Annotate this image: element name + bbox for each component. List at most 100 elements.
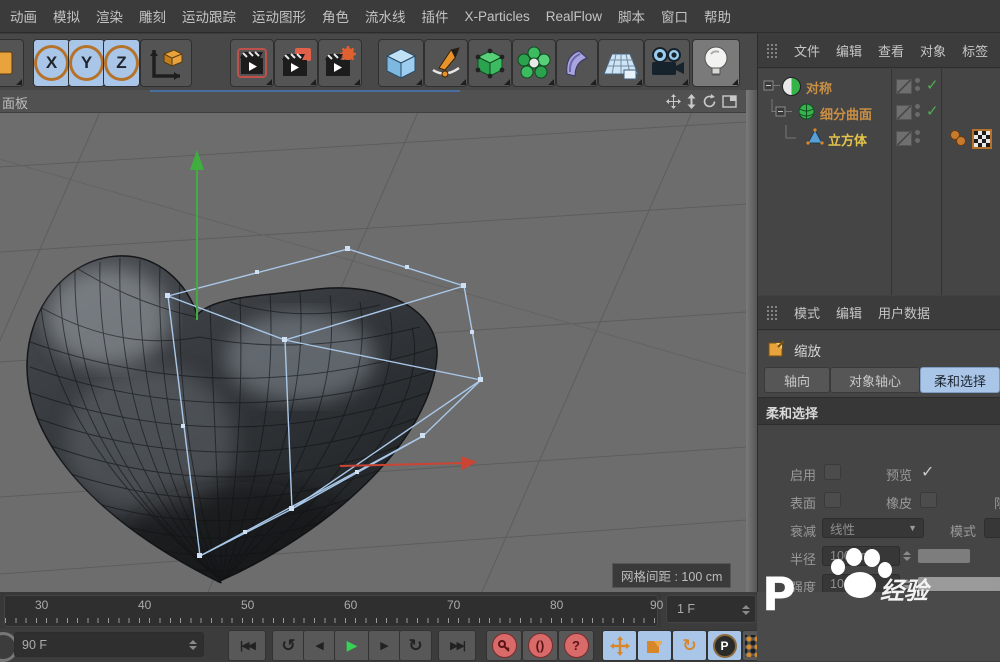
am-menu-mode[interactable]: 模式 [794, 303, 820, 322]
next-frame-button[interactable]: ▶ [368, 630, 401, 661]
heart-model[interactable] [27, 256, 437, 592]
object-name[interactable]: 细分曲面 [820, 104, 872, 123]
play-button[interactable]: ▶ [334, 630, 370, 661]
lock-y-axis-button[interactable]: Y [68, 39, 105, 87]
light-object-button[interactable] [692, 39, 740, 87]
menu-motion-tracker[interactable]: 运动跟踪 [182, 6, 236, 26]
object-name[interactable]: 立方体 [828, 130, 867, 149]
radius-field[interactable]: 100 cm [822, 546, 900, 566]
lock-z-axis-button[interactable]: Z [103, 39, 140, 87]
object-tree[interactable]: 对称 ✓ 细分曲面 ✓ [758, 69, 1000, 295]
visibility-dots[interactable] [915, 78, 920, 91]
layer-swatch[interactable] [896, 131, 912, 146]
enabled-check-icon[interactable]: ✓ [926, 102, 939, 120]
menu-animation[interactable]: 动画 [10, 6, 37, 26]
bend-deformer-button[interactable] [556, 39, 598, 87]
menu-xparticles[interactable]: X-Particles [465, 9, 530, 24]
menu-help[interactable]: 帮助 [704, 6, 731, 26]
surface-checkbox[interactable] [824, 492, 841, 508]
menu-simulate[interactable]: 模拟 [53, 6, 80, 26]
strength-stepper-icon[interactable] [902, 574, 912, 594]
goto-end-button[interactable]: ▶▶| [438, 630, 476, 661]
width-slider[interactable] [918, 605, 1000, 619]
enabled-check-icon[interactable]: ✓ [926, 76, 939, 94]
radius-stepper-icon[interactable] [902, 546, 912, 566]
enable-checkbox[interactable] [824, 464, 841, 480]
timeline-range-field[interactable]: 1 F [666, 595, 756, 623]
record-position-button[interactable] [602, 630, 637, 661]
viewport-pan-icon[interactable] [664, 92, 682, 110]
tab-object-axis[interactable]: 对象轴心 [830, 367, 920, 393]
array-generator-button[interactable] [512, 39, 556, 87]
viewport-panel[interactable]: 面板 网格间距 : 100 cm [0, 90, 746, 592]
falloff-dropdown[interactable]: 线性 ▼ [822, 518, 924, 538]
timeline-ruler[interactable]: 30 40 50 60 70 80 90 [4, 595, 658, 627]
visibility-dots[interactable] [915, 130, 920, 143]
rubber-checkbox[interactable] [920, 492, 937, 508]
floor-object-button[interactable] [598, 39, 644, 87]
y-axis-handle[interactable] [190, 150, 204, 320]
prev-key-button[interactable]: ↺ [272, 630, 305, 661]
om-menu-view[interactable]: 查看 [878, 41, 904, 60]
menu-script[interactable]: 脚本 [618, 6, 645, 26]
grip-icon[interactable] [766, 305, 778, 321]
layer-swatch[interactable] [896, 105, 912, 120]
menu-character[interactable]: 角色 [322, 6, 349, 26]
record-keyframe-button[interactable] [486, 630, 522, 661]
visibility-dots[interactable] [915, 104, 920, 117]
viewport-rotate-icon[interactable] [700, 92, 718, 110]
object-row-symmetry[interactable]: 对称 ✓ [758, 73, 1000, 99]
strength-slider[interactable] [918, 577, 1000, 591]
current-frame-field[interactable]: 90 F [14, 632, 204, 657]
add-spline-pen-button[interactable] [424, 39, 468, 87]
menu-window[interactable]: 窗口 [661, 6, 688, 26]
next-key-button[interactable]: ↻ [399, 630, 432, 661]
menu-render[interactable]: 渲染 [96, 6, 123, 26]
viewport-canvas[interactable] [0, 112, 746, 592]
prev-frame-button[interactable]: ◀ [303, 630, 336, 661]
render-to-picture-viewer-button[interactable] [274, 39, 318, 87]
panel-splitter[interactable] [746, 90, 757, 592]
am-menu-userdata[interactable]: 用户数据 [878, 303, 930, 322]
menu-plugins[interactable]: 插件 [422, 6, 449, 26]
mode-dropdown[interactable] [984, 518, 1000, 538]
lock-x-axis-button[interactable]: X [33, 39, 70, 87]
texture-tag-icon[interactable] [972, 129, 992, 149]
layer-swatch[interactable] [896, 79, 912, 94]
menu-sculpt[interactable]: 雕刻 [139, 6, 166, 26]
menu-mograph[interactable]: 运动图形 [252, 6, 306, 26]
am-menu-edit[interactable]: 编辑 [836, 303, 862, 322]
object-row-subdivision[interactable]: 细分曲面 ✓ [758, 99, 1000, 125]
clipped-tool-button[interactable] [0, 39, 24, 87]
record-parameters-button[interactable]: P [707, 630, 742, 661]
autokey-selection-button[interactable]: () [522, 630, 558, 661]
om-menu-object[interactable]: 对象 [920, 41, 946, 60]
keyframe-options-button[interactable]: ? [558, 630, 594, 661]
tab-axis[interactable]: 轴向 [764, 367, 830, 393]
section-soft-selection[interactable]: 柔和选择 [766, 403, 818, 422]
add-primitive-cube-button[interactable] [378, 39, 424, 87]
record-scale-button[interactable] [637, 630, 672, 661]
object-row-cube[interactable]: 立方体 [758, 125, 1000, 151]
grip-icon[interactable] [766, 43, 778, 59]
viewport-zoom-icon[interactable] [682, 92, 700, 110]
render-view-button[interactable] [230, 39, 274, 87]
record-pla-button[interactable] [742, 630, 760, 661]
om-menu-tags[interactable]: 标签 [962, 41, 988, 60]
subdivision-surface-button[interactable] [468, 39, 512, 87]
menu-pipeline[interactable]: 流水线 [365, 6, 406, 26]
radius-slider[interactable] [918, 549, 970, 563]
coordinate-system-button[interactable] [140, 39, 192, 87]
goto-start-button[interactable]: |◀◀ [228, 630, 266, 661]
tab-soft-selection[interactable]: 柔和选择 [920, 367, 1000, 393]
camera-object-button[interactable] [644, 39, 690, 87]
strength-field[interactable]: 100 % [822, 574, 900, 594]
record-rotation-button[interactable]: ↻ [672, 630, 707, 661]
phong-tag-icon[interactable] [948, 129, 968, 147]
width-stepper-icon[interactable] [902, 602, 912, 622]
menu-realflow[interactable]: RealFlow [546, 9, 602, 24]
preview-check-icon[interactable]: ✓ [921, 462, 934, 482]
object-name[interactable]: 对称 [806, 78, 832, 97]
om-menu-edit[interactable]: 编辑 [836, 41, 862, 60]
viewport-toggle-layout-icon[interactable] [720, 92, 738, 110]
